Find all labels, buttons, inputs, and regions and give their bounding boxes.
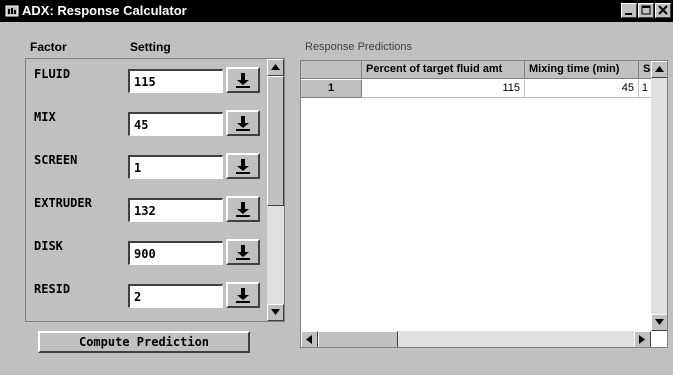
setting-dropdown-button[interactable]	[226, 196, 260, 222]
factor-label: DISK	[34, 239, 63, 253]
compute-prediction-button[interactable]: Compute Prediction	[38, 331, 250, 353]
factor-row-resid: RESID 2	[26, 274, 266, 314]
maximize-icon	[641, 5, 651, 15]
factor-row-disk: DISK 900	[26, 231, 266, 271]
factor-label: MIX	[34, 110, 56, 124]
scroll-down-button[interactable]	[651, 314, 667, 331]
down-arrow-icon	[236, 202, 250, 217]
factor-column-header: Factor	[30, 40, 67, 54]
scroll-thumb[interactable]	[267, 76, 284, 206]
setting-dropdown-button[interactable]	[226, 282, 260, 308]
factor-label: EXTRUDER	[34, 196, 92, 210]
grid-horizontal-scrollbar[interactable]	[301, 331, 651, 347]
scroll-down-icon	[655, 319, 664, 325]
setting-dropdown-button[interactable]	[226, 110, 260, 136]
setting-input[interactable]: 900	[128, 241, 223, 265]
setting-dropdown-button[interactable]	[226, 153, 260, 179]
grid-cell[interactable]: 115	[362, 80, 525, 98]
scroll-right-button[interactable]	[634, 331, 651, 347]
setting-dropdown-button[interactable]	[226, 239, 260, 265]
scroll-up-icon	[271, 64, 280, 70]
setting-input[interactable]: 1	[128, 155, 223, 179]
window-title: ADX: Response Calculator	[22, 3, 187, 18]
factor-row-extruder: EXTRUDER 132	[26, 188, 266, 228]
setting-column-header: Setting	[130, 40, 171, 54]
setting-dropdown-button[interactable]	[226, 67, 260, 93]
scroll-up-button[interactable]	[267, 59, 284, 76]
factor-row-screen: SCREEN 1	[26, 145, 266, 185]
row-header: 1	[301, 80, 362, 98]
predictions-title: Response Predictions	[305, 41, 413, 53]
factor-row-mix: MIX 45	[26, 102, 266, 142]
factors-vertical-scrollbar[interactable]	[267, 59, 284, 321]
app-icon	[5, 4, 19, 18]
down-arrow-icon	[236, 116, 250, 131]
factor-label: SCREEN	[34, 153, 78, 167]
factor-settings-panel: FLUID 115 MIX 45 SCREEN 1 EXTRUDER 132 D…	[25, 58, 285, 322]
close-button[interactable]	[655, 3, 671, 18]
setting-input[interactable]: 2	[128, 284, 223, 308]
down-arrow-icon	[236, 245, 250, 260]
scroll-up-icon	[655, 66, 664, 72]
down-arrow-icon	[236, 73, 250, 88]
horizontal-scroll-thumb[interactable]	[318, 331, 398, 347]
scroll-right-icon	[639, 335, 645, 344]
setting-input[interactable]: 45	[128, 112, 223, 136]
response-predictions-grid: Percent of target fluid amt Mixing time …	[300, 60, 668, 348]
column-header[interactable]: Percent of target fluid amt	[362, 61, 525, 79]
grid-corner-header	[301, 61, 362, 79]
scroll-up-button[interactable]	[651, 61, 667, 78]
grid-vertical-scrollbar[interactable]	[651, 61, 667, 331]
scroll-left-button[interactable]	[301, 331, 318, 347]
scroll-down-button[interactable]	[267, 304, 284, 321]
minimize-icon	[625, 13, 632, 15]
scroll-down-icon	[271, 309, 280, 315]
close-icon	[658, 5, 668, 15]
setting-input[interactable]: 115	[128, 69, 223, 93]
scroll-left-icon	[306, 335, 312, 344]
maximize-button[interactable]	[638, 3, 654, 18]
setting-input[interactable]: 132	[128, 198, 223, 222]
column-header[interactable]: Mixing time (min)	[525, 61, 639, 79]
grid-cell[interactable]: 45	[525, 80, 639, 98]
factor-label: RESID	[34, 282, 71, 296]
factor-row-fluid: FLUID 115	[26, 59, 266, 99]
down-arrow-icon	[236, 288, 250, 303]
factor-label: FLUID	[34, 67, 71, 81]
minimize-button[interactable]	[621, 3, 637, 18]
down-arrow-icon	[236, 159, 250, 174]
title-bar: ADX: Response Calculator	[0, 0, 673, 22]
